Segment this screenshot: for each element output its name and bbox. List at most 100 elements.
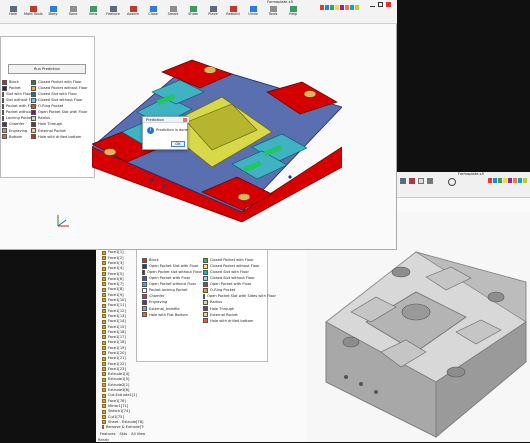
palette-color-swatch[interactable] bbox=[513, 178, 517, 183]
back-legend-right-item-swatch bbox=[203, 269, 208, 275]
front-left-legend-item-row[interactable]: Bottom bbox=[2, 134, 32, 140]
back-legend-left-item-label: Engraving bbox=[149, 300, 168, 305]
feature-icon bbox=[102, 388, 106, 393]
ribbon-button-label: Undo bbox=[248, 12, 258, 16]
palette-color-swatch[interactable] bbox=[498, 178, 502, 183]
palette-color-swatch[interactable] bbox=[503, 178, 507, 183]
ribbon-button[interactable]: Save bbox=[64, 6, 82, 20]
ribbon-button[interactable]: Hole bbox=[4, 6, 22, 20]
front-left-legend-item-label: Locking Pocket bbox=[6, 116, 33, 121]
back-legend-left-item-row[interactable]: Open Pocket without Floor bbox=[142, 281, 202, 287]
tree-item-label: Face1[22] bbox=[108, 361, 126, 366]
back-title: Formaplate.x5 bbox=[458, 172, 484, 176]
front-legend-item-label: External Pocket bbox=[38, 128, 66, 133]
close-icon[interactable] bbox=[386, 2, 391, 7]
front-left-legend-item-label: Slot with Floor bbox=[6, 91, 32, 96]
back-ribbon-icon-3[interactable] bbox=[418, 178, 424, 184]
front-legend-item-label: Hole Through bbox=[38, 122, 63, 127]
ribbon-button[interactable]: View bbox=[84, 6, 102, 20]
ribbon-button[interactable]: Close bbox=[144, 6, 162, 20]
front-left-legend-item-row[interactable]: Pocket without bbox=[2, 109, 32, 116]
minimize-icon[interactable] bbox=[370, 2, 375, 7]
ribbon-button[interactable]: Undo bbox=[244, 6, 262, 20]
palette-color-swatch[interactable] bbox=[350, 5, 354, 10]
front-legend-item-swatch bbox=[31, 79, 36, 85]
back-legend-left: Block Open Pocket Slot with Floor Open Poc… bbox=[142, 257, 202, 318]
palette-color-swatch[interactable] bbox=[508, 178, 512, 183]
ribbon-button-label: View bbox=[88, 12, 98, 16]
feature-icon bbox=[102, 298, 106, 303]
tree-item-label: Sheet - Extrude[78] bbox=[108, 419, 144, 424]
front-left-legend-item-swatch bbox=[2, 116, 4, 122]
front-win-controls[interactable] bbox=[370, 2, 394, 8]
front-left-legend-item-row[interactable]: Pocket with Floor bbox=[2, 103, 37, 109]
front-left-legend-item-swatch bbox=[2, 128, 7, 134]
dialog-close-icon[interactable] bbox=[183, 118, 187, 122]
front-left-legend-item-label: Block bbox=[9, 79, 19, 84]
tree-item-label: Face1[14] bbox=[108, 319, 126, 324]
back-legend-right-item-row[interactable]: Hole with drilled bottom bbox=[203, 318, 267, 324]
palette-color-swatch[interactable] bbox=[488, 178, 492, 183]
tree-item[interactable]: Sheet - Extrude[78] bbox=[102, 420, 144, 425]
front-left-legend-item-swatch bbox=[2, 91, 5, 97]
palette-color-swatch[interactable] bbox=[320, 5, 324, 10]
feature-icon bbox=[102, 308, 106, 313]
back-ribbon-icon-2[interactable] bbox=[409, 178, 415, 184]
feature-icon bbox=[102, 335, 106, 340]
palette-color-swatch[interactable] bbox=[518, 178, 522, 183]
front-legend-item-row[interactable]: Open Pocket Slot with Floor bbox=[31, 109, 95, 116]
palette-color-swatch[interactable] bbox=[340, 5, 344, 10]
ribbon-button[interactable]: Tools bbox=[264, 6, 282, 20]
ribbon-button[interactable]: Feature bbox=[104, 6, 122, 20]
back-legend-left-item-row[interactable]: Open Pocket Slot with Floor bbox=[142, 263, 202, 269]
bottom-tab[interactable]: All View bbox=[131, 432, 145, 438]
maximize-icon[interactable] bbox=[378, 2, 383, 7]
front-legend-item-row[interactable]: Closed Pocket without Floor bbox=[31, 85, 95, 91]
ribbon-button[interactable]: Place bbox=[204, 6, 222, 20]
front-left-legend-item-swatch bbox=[2, 122, 7, 128]
front-left-legend-item-swatch bbox=[2, 85, 7, 91]
tree-item-label: Cut-Extrude1[1] bbox=[108, 393, 137, 398]
back-ribbon-icon-5[interactable] bbox=[448, 178, 456, 186]
front-left-legend-item-row[interactable]: Slot without Floor bbox=[2, 97, 38, 103]
feature-icon bbox=[102, 404, 106, 409]
feature-icon bbox=[102, 255, 106, 260]
front-left-legend-item-row[interactable]: Slot with Floor bbox=[2, 91, 32, 97]
ribbon-button[interactable]: Mold Tools bbox=[24, 6, 43, 20]
front-left-legend-item-swatch bbox=[2, 97, 4, 103]
tree-item-label: Face1[15] bbox=[108, 324, 126, 329]
back-legend-left-item-row[interactable]: Open Pocket slot without Floor bbox=[142, 269, 202, 275]
palette-color-swatch[interactable] bbox=[325, 5, 329, 10]
ribbon-button[interactable]: Body bbox=[44, 6, 62, 20]
back-ribbon-icon-1[interactable] bbox=[400, 178, 406, 184]
ribbon-button[interactable]: Assem bbox=[124, 6, 142, 20]
back-legend-left-item-label: Open Pocket without Floor bbox=[149, 282, 197, 287]
back-legend-left-item-row[interactable]: Hole with Flat Bottom bbox=[142, 312, 202, 318]
back-legend-left-item-label: Hole with Flat Bottom bbox=[149, 312, 189, 317]
front-left-legend-item-row[interactable]: Locking Pocket bbox=[2, 116, 33, 122]
ribbon-button[interactable]: Smart bbox=[164, 6, 182, 20]
front-legend-item-row[interactable]: Hole with drilled bottom bbox=[31, 134, 95, 140]
dialog-ok-button[interactable]: OK bbox=[171, 141, 185, 147]
ribbon-button[interactable]: Show bbox=[184, 6, 202, 20]
palette-color-swatch[interactable] bbox=[330, 5, 334, 10]
back-legend-right-item-label: Radius bbox=[210, 300, 223, 305]
palette-color-swatch[interactable] bbox=[345, 5, 349, 10]
feature-icon bbox=[102, 319, 106, 324]
ribbon-button[interactable]: Rebuild bbox=[224, 6, 242, 20]
prediction-dialog: Prediction i Prediction is done OK bbox=[142, 116, 189, 150]
palette-color-swatch[interactable] bbox=[523, 178, 527, 183]
front-left-legend-item-label: Pocket bbox=[9, 85, 21, 90]
back-legend-right-item-row[interactable]: Open Pocket Slot with Sides with Floor bbox=[203, 294, 276, 300]
ribbon-button-label: Mold Tools bbox=[24, 12, 43, 16]
tree-item[interactable]: Remove & Extrude[79] bbox=[102, 425, 144, 430]
run-prediction-button[interactable]: Run Prediction bbox=[8, 64, 86, 74]
back-ribbon-icon-4[interactable] bbox=[427, 178, 433, 184]
palette-color-swatch[interactable] bbox=[355, 5, 359, 10]
axes-icon bbox=[57, 215, 69, 227]
back-legend-right-item-row[interactable]: Closed Pocket without Floor bbox=[203, 263, 267, 269]
ribbon-button[interactable]: Help bbox=[284, 6, 302, 20]
bottom-tab[interactable]: Skts bbox=[119, 432, 127, 438]
palette-color-swatch[interactable] bbox=[335, 5, 339, 10]
palette-color-swatch[interactable] bbox=[493, 178, 497, 183]
